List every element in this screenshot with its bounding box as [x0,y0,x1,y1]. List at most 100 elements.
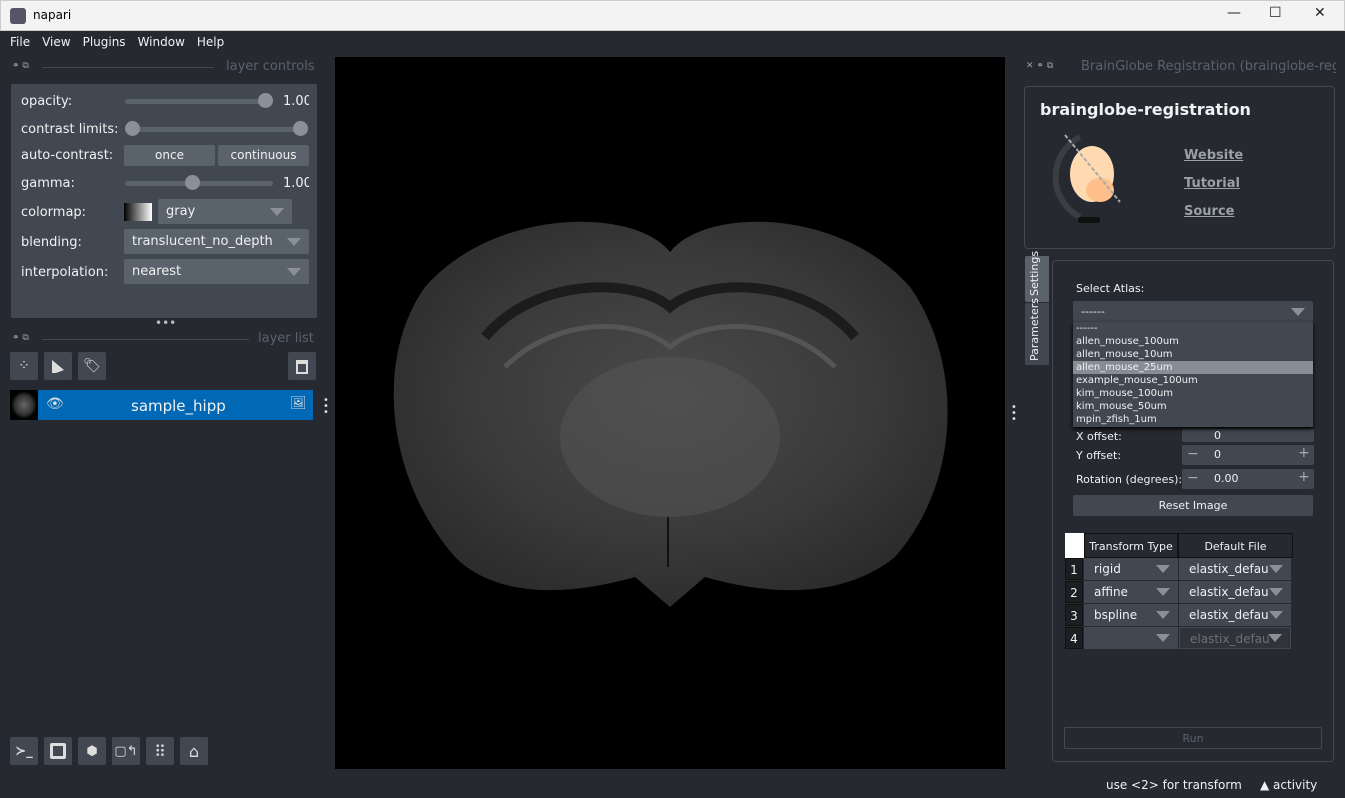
rotation-spinbox[interactable]: − 0.00 + [1182,469,1314,489]
app-logo-icon [10,8,26,24]
gamma-slider-handle[interactable] [185,175,200,190]
y-offset-spinbox[interactable]: − 0 + [1182,445,1314,465]
menu-window[interactable]: Window [132,31,191,55]
default-file-dropdown[interactable]: elastix_defau [1179,627,1291,649]
table-corner[interactable] [1065,533,1084,558]
dock-float-icon[interactable]: ⚭ ⧉ [12,61,29,71]
default-file-dropdown[interactable]: elastix_defau [1179,558,1291,580]
close-button[interactable]: ✕ [1314,5,1326,21]
default-file-dropdown[interactable]: elastix_defau [1179,604,1291,626]
row-number[interactable]: 4 [1065,627,1083,649]
default-file-dropdown[interactable]: elastix_defau [1179,581,1291,603]
contrast-limits-label: contrast limits: [21,122,119,137]
delete-layer-button[interactable] [288,352,316,380]
default-file-value: elastix_defau [1189,562,1269,576]
splitter-handle[interactable]: ••• [1011,403,1017,425]
atlas-dropdown[interactable]: ------ [1073,301,1313,322]
y-offset-value: 0 [1214,448,1221,461]
splitter-handle[interactable]: ••• [155,316,176,330]
chevron-down-icon [1156,588,1170,596]
tab-settings[interactable]: Settings [1025,251,1049,302]
atlas-option[interactable]: allen_mouse_25um [1073,361,1313,374]
colormap-dropdown[interactable]: gray [158,199,292,224]
minimize-button[interactable]: — [1227,5,1241,21]
opacity-slider-handle[interactable] [258,93,273,108]
website-link[interactable]: Website [1184,148,1243,163]
dock-controls[interactable]: ✕ ⚭ ⧉ [1026,61,1053,71]
contrast-max-handle[interactable] [293,121,308,136]
atlas-option[interactable]: example_mouse_100um [1073,374,1313,387]
opacity-value[interactable]: 1.00 [283,94,309,109]
chevron-down-icon [1269,565,1283,573]
atlas-option[interactable]: allen_mouse_10um [1073,348,1313,361]
layer-name[interactable]: sample_hipp [131,397,226,415]
row-number[interactable]: 2 [1065,581,1083,603]
contrast-limits-slider[interactable] [131,127,301,132]
new-points-layer-button[interactable]: ⁘ [10,352,38,380]
blending-dropdown[interactable]: translucent_no_depth [124,229,309,254]
ndisplay-button[interactable] [44,737,72,765]
roll-dims-button[interactable]: ⬢ [78,737,106,765]
chevron-down-icon [1268,634,1282,642]
reset-image-button[interactable]: Reset Image [1073,495,1313,516]
activity-button[interactable]: ▲ activity [1260,778,1317,792]
once-button[interactable]: once [124,145,215,166]
run-button[interactable]: Run [1064,727,1322,749]
menu-view[interactable]: View [36,31,76,55]
chevron-down-icon [1269,588,1283,596]
square-icon [50,743,66,759]
layer-list-title: layer list [258,331,314,346]
transpose-icon: ▢↰ [114,743,138,759]
console-button[interactable]: ≻_ [10,737,38,765]
transform-type-dropdown[interactable] [1084,627,1178,649]
new-shapes-layer-button[interactable] [44,352,72,380]
tutorial-link[interactable]: Tutorial [1184,176,1240,191]
source-link[interactable]: Source [1184,204,1234,219]
maximize-button[interactable]: ☐ [1269,5,1282,21]
minus-icon[interactable]: − [1187,446,1199,462]
plus-icon[interactable]: + [1298,445,1310,461]
chevron-down-icon [287,237,301,246]
atlas-option[interactable]: kim_mouse_100um [1073,387,1313,400]
transform-type-dropdown[interactable]: affine [1084,581,1178,603]
default-file-value: elastix_defau [1190,632,1270,646]
chevron-down-icon [1269,611,1283,619]
contrast-min-handle[interactable] [125,121,140,136]
atlas-option[interactable]: allen_mouse_100um [1073,335,1313,348]
minus-icon[interactable]: − [1187,470,1199,486]
continuous-button[interactable]: continuous [218,145,309,166]
opacity-slider[interactable] [125,99,273,104]
dock-float-icon[interactable]: ⚭ ⧉ [12,333,29,343]
opacity-label: opacity: [21,94,73,109]
row-number[interactable]: 3 [1065,604,1083,626]
interpolation-dropdown[interactable]: nearest [124,259,309,284]
row-number[interactable]: 1 [1065,558,1083,580]
new-labels-layer-button[interactable]: 🏷︎ [78,352,106,380]
colormap-preview [124,203,152,221]
menu-file[interactable]: File [4,31,36,55]
atlas-option[interactable]: mpin_zfish_1um [1073,413,1313,426]
transpose-button[interactable]: ▢↰ [112,737,140,765]
chevron-down-icon [1291,307,1305,316]
layer-item-sample-hipp[interactable]: 👁︎ sample_hipp 🖼︎ [10,390,313,420]
menu-help[interactable]: Help [191,31,230,55]
transform-type-dropdown[interactable]: bspline [1084,604,1178,626]
splitter-handle[interactable]: ••• [323,396,329,418]
atlas-option[interactable]: kim_mouse_50um [1073,400,1313,413]
gamma-value[interactable]: 1.00 [283,176,309,191]
menu-plugins[interactable]: Plugins [77,31,132,55]
viewer-canvas[interactable] [335,57,1005,769]
tab-parameters[interactable]: Parameters [1025,298,1049,365]
home-button[interactable]: ⌂ [180,737,208,765]
grid-button[interactable]: ⠿ [146,737,174,765]
eye-icon[interactable]: 👁︎ [46,396,64,412]
column-header-transform-type[interactable]: Transform Type [1084,533,1178,558]
transform-type-dropdown[interactable]: rigid [1084,558,1178,580]
x-offset-spinbox[interactable]: 0 [1182,429,1314,442]
points-icon: ⁘ [18,358,30,374]
atlas-option[interactable]: ------ [1073,322,1313,335]
blending-value: translucent_no_depth [132,234,273,249]
column-header-default-file[interactable]: Default File [1178,533,1293,558]
plus-icon[interactable]: + [1298,469,1310,485]
chevron-down-icon [1156,634,1170,642]
